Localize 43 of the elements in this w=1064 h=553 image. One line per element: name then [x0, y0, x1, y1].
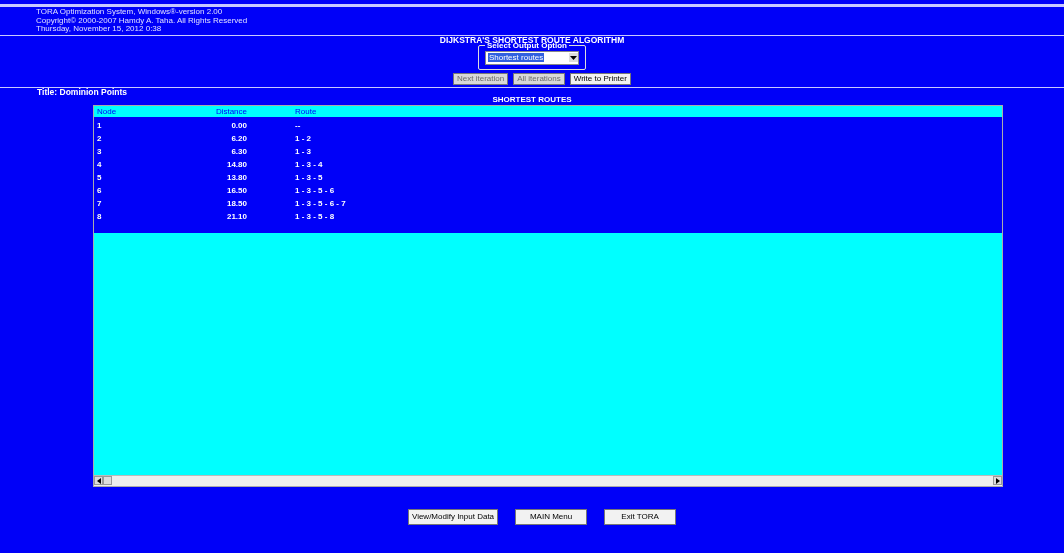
output-select[interactable]: Shortest routes — [485, 50, 579, 65]
table-cell-text: 6.20 — [230, 132, 247, 145]
table-cell-text: 1 - 3 — [294, 145, 311, 158]
dropdown-arrow-icon[interactable] — [569, 53, 578, 62]
table-cell-text: 1 - 3 - 5 - 6 — [294, 184, 335, 197]
action-button[interactable]: Write to Printer — [569, 72, 631, 85]
table-cell-text: 7 — [96, 197, 103, 210]
table-cell-text: 6.30 — [230, 145, 247, 158]
table-cell-text: 8 — [96, 210, 103, 223]
scroll-thumb[interactable] — [103, 476, 112, 485]
table-cell-text: 1 - 3 - 4 — [294, 158, 323, 171]
scroll-right-icon[interactable] — [993, 476, 1002, 485]
table-cell-text: 21.10 — [225, 210, 247, 223]
selected-option: Shortest routes — [488, 53, 545, 62]
horizontal-scrollbar[interactable] — [94, 474, 1002, 486]
table-cell-text: 16.50 — [225, 184, 247, 197]
table-cell-text: 3 — [96, 145, 103, 158]
table-cell-text: 2 — [96, 132, 103, 145]
table-cell-text: 0.00 — [230, 119, 247, 132]
table-cell-text: 1 — [96, 119, 103, 132]
column-header: Distance — [214, 105, 247, 117]
scroll-left-icon[interactable] — [94, 476, 103, 485]
table-cell-text: 14.80 — [225, 158, 247, 171]
column-header: Route — [294, 105, 317, 117]
table-cell-text: 1 - 2 — [294, 132, 311, 145]
table-cell-text: 4 — [96, 158, 103, 171]
table-cell-text: 6 — [96, 184, 103, 197]
table-cell-text: 5 — [96, 171, 103, 184]
table-cell-text: 18.50 — [225, 197, 247, 210]
header-text: TORA Optimization System, Windows®-version 2.00 — [36, 8, 224, 16]
column-header: Node — [96, 105, 118, 117]
table-cell-text: -- — [294, 119, 301, 132]
footer-button[interactable]: Exit TORA — [604, 508, 677, 525]
table-cell-text: 1 - 3 - 5 - 6 - 7 — [294, 197, 346, 210]
table-cell-text: 1 - 3 - 5 - 8 — [294, 210, 335, 223]
problem-title: Title: Dominion Points — [36, 87, 129, 97]
table-cell-text: 13.80 — [225, 171, 247, 184]
header-text: Copyright© 2000-2007 Hamdy A. Taha. All Rights Reserved — [36, 16, 249, 25]
footer-button[interactable]: View/Modify Input Data — [407, 508, 499, 525]
footer-button[interactable]: MAIN Menu — [515, 508, 588, 525]
header-text: Thursday, November 15, 2012 0:38 — [36, 25, 163, 34]
section-title: SHORTEST ROUTES — [491, 95, 573, 104]
table-cell-text: 1 - 3 - 5 — [294, 171, 323, 184]
